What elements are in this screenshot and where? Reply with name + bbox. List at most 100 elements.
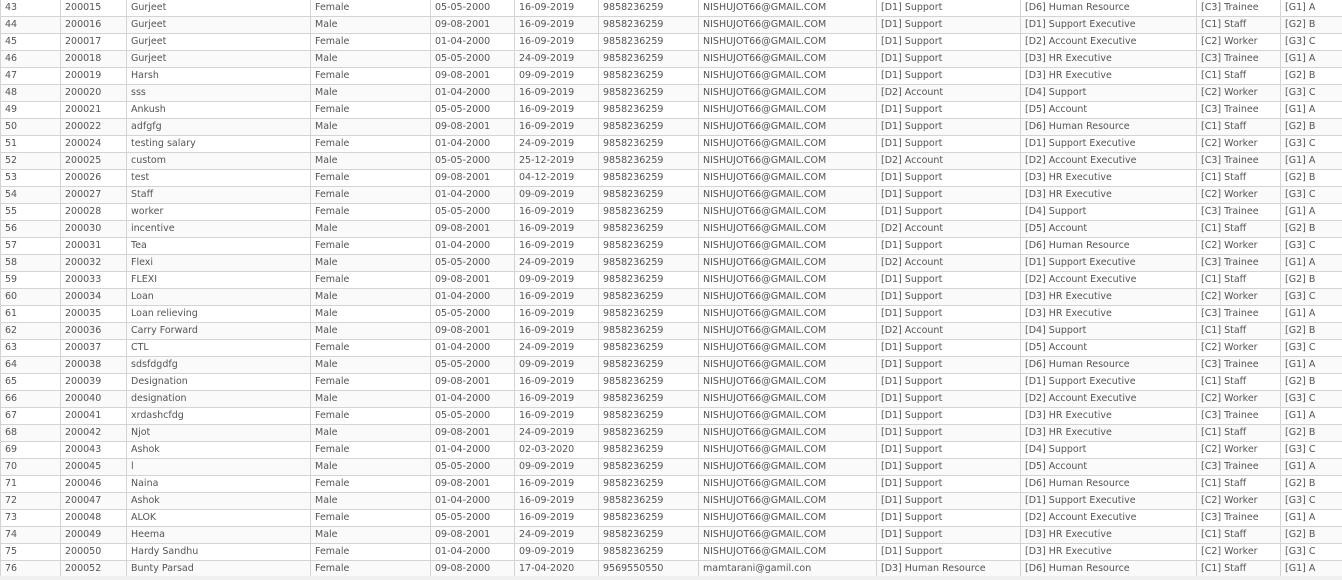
phone-cell[interactable]: 9858236259 <box>598 152 699 170</box>
grade-cell[interactable]: [G2] B <box>1280 475 1342 493</box>
gender-cell[interactable]: Male <box>310 118 431 136</box>
designation-cell[interactable]: [D6] Human Resource <box>1020 0 1197 17</box>
row-number-cell[interactable]: 64 <box>0 356 61 374</box>
join-date-cell[interactable]: 16-09-2019 <box>514 237 599 255</box>
email-cell[interactable]: NISHUJOT66@GMAIL.COM <box>698 458 877 476</box>
employee-code-cell[interactable]: 200045 <box>60 458 127 476</box>
email-cell[interactable]: NISHUJOT66@GMAIL.COM <box>698 390 877 408</box>
row-number-cell[interactable]: 76 <box>0 560 61 578</box>
join-date-cell[interactable]: 24-09-2019 <box>514 424 599 442</box>
email-cell[interactable]: NISHUJOT66@GMAIL.COM <box>698 492 877 510</box>
designation-cell[interactable]: [D3] HR Executive <box>1020 526 1197 544</box>
row-number-cell[interactable]: 57 <box>0 237 61 255</box>
row-number-cell[interactable]: 53 <box>0 169 61 187</box>
employee-code-cell[interactable]: 200015 <box>60 0 127 17</box>
phone-cell[interactable]: 9858236259 <box>598 33 699 51</box>
join-date-cell[interactable]: 25-12-2019 <box>514 152 599 170</box>
employee-code-cell[interactable]: 200017 <box>60 33 127 51</box>
table-row[interactable]: 55 200028 worker Female 05-05-2000 16-09-2019… <box>0 203 1342 221</box>
category-cell[interactable]: [C3] Trainee <box>1196 305 1281 323</box>
department-cell[interactable]: [D2] Account <box>876 84 1021 102</box>
employee-name-cell[interactable]: Ashok <box>126 441 311 459</box>
department-cell[interactable]: [D1] Support <box>876 407 1021 425</box>
employee-name-cell[interactable]: Harsh <box>126 67 311 85</box>
gender-cell[interactable]: Male <box>310 458 431 476</box>
email-cell[interactable]: NISHUJOT66@GMAIL.COM <box>698 339 877 357</box>
phone-cell[interactable]: 9858236259 <box>598 458 699 476</box>
grade-cell[interactable]: [G3] C <box>1280 237 1342 255</box>
employee-name-cell[interactable]: Njot <box>126 424 311 442</box>
employee-name-cell[interactable]: xrdashcfdg <box>126 407 311 425</box>
grade-cell[interactable]: [G1] A <box>1280 509 1342 527</box>
grade-cell[interactable]: [G3] C <box>1280 186 1342 204</box>
table-row[interactable]: 72 200047 Ashok Male 01-04-2000 16-09-2019 985… <box>0 492 1342 510</box>
designation-cell[interactable]: [D2] Account Executive <box>1020 33 1197 51</box>
grade-cell[interactable]: [G3] C <box>1280 492 1342 510</box>
phone-cell[interactable]: 9858236259 <box>598 67 699 85</box>
email-cell[interactable]: NISHUJOT66@GMAIL.COM <box>698 543 877 561</box>
row-number-cell[interactable]: 68 <box>0 424 61 442</box>
row-number-cell[interactable]: 69 <box>0 441 61 459</box>
email-cell[interactable]: NISHUJOT66@GMAIL.COM <box>698 67 877 85</box>
join-date-cell[interactable]: 02-03-2020 <box>514 441 599 459</box>
join-date-cell[interactable]: 24-09-2019 <box>514 526 599 544</box>
birth-date-cell[interactable]: 05-05-2000 <box>430 50 515 68</box>
designation-cell[interactable]: [D6] Human Resource <box>1020 560 1197 578</box>
grade-cell[interactable]: [G1] A <box>1280 203 1342 221</box>
gender-cell[interactable]: Male <box>310 254 431 272</box>
employee-name-cell[interactable]: l <box>126 458 311 476</box>
department-cell[interactable]: [D1] Support <box>876 67 1021 85</box>
gender-cell[interactable]: Female <box>310 203 431 221</box>
designation-cell[interactable]: [D5] Account <box>1020 458 1197 476</box>
category-cell[interactable]: [C1] Staff <box>1196 526 1281 544</box>
department-cell[interactable]: [D1] Support <box>876 203 1021 221</box>
employee-name-cell[interactable]: Gurjeet <box>126 33 311 51</box>
employee-code-cell[interactable]: 200027 <box>60 186 127 204</box>
category-cell[interactable]: [C2] Worker <box>1196 186 1281 204</box>
join-date-cell[interactable]: 16-09-2019 <box>514 305 599 323</box>
join-date-cell[interactable]: 24-09-2019 <box>514 135 599 153</box>
employee-code-cell[interactable]: 200042 <box>60 424 127 442</box>
grade-cell[interactable]: [G2] B <box>1280 220 1342 238</box>
grade-cell[interactable]: [G3] C <box>1280 390 1342 408</box>
phone-cell[interactable]: 9858236259 <box>598 101 699 119</box>
join-date-cell[interactable]: 16-09-2019 <box>514 288 599 306</box>
employee-name-cell[interactable]: adfgfg <box>126 118 311 136</box>
department-cell[interactable]: [D1] Support <box>876 237 1021 255</box>
birth-date-cell[interactable]: 09-08-2001 <box>430 424 515 442</box>
employee-code-cell[interactable]: 200047 <box>60 492 127 510</box>
employee-name-cell[interactable]: Ashok <box>126 492 311 510</box>
category-cell[interactable]: [C2] Worker <box>1196 543 1281 561</box>
birth-date-cell[interactable]: 09-08-2001 <box>430 373 515 391</box>
phone-cell[interactable]: 9858236259 <box>598 543 699 561</box>
department-cell[interactable]: [D1] Support <box>876 135 1021 153</box>
birth-date-cell[interactable]: 09-08-2001 <box>430 220 515 238</box>
birth-date-cell[interactable]: 09-08-2001 <box>430 475 515 493</box>
designation-cell[interactable]: [D3] HR Executive <box>1020 424 1197 442</box>
gender-cell[interactable]: Female <box>310 509 431 527</box>
birth-date-cell[interactable]: 09-08-2001 <box>430 16 515 34</box>
department-cell[interactable]: [D3] Human Resource <box>876 560 1021 578</box>
birth-date-cell[interactable]: 01-04-2000 <box>430 186 515 204</box>
phone-cell[interactable]: 9858236259 <box>598 203 699 221</box>
email-cell[interactable]: NISHUJOT66@GMAIL.COM <box>698 288 877 306</box>
birth-date-cell[interactable]: 05-05-2000 <box>430 254 515 272</box>
table-row[interactable]: 53 200026 test Female 09-08-2001 04-12-2019 98… <box>0 169 1342 187</box>
join-date-cell[interactable]: 04-12-2019 <box>514 169 599 187</box>
employee-code-cell[interactable]: 200035 <box>60 305 127 323</box>
join-date-cell[interactable]: 16-09-2019 <box>514 509 599 527</box>
table-row[interactable]: 65 200039 Designation Female 09-08-2001 16-09… <box>0 373 1342 391</box>
employee-code-cell[interactable]: 200022 <box>60 118 127 136</box>
designation-cell[interactable]: [D5] Account <box>1020 339 1197 357</box>
employee-name-cell[interactable]: CTL <box>126 339 311 357</box>
birth-date-cell[interactable]: 05-05-2000 <box>430 101 515 119</box>
employee-code-cell[interactable]: 200019 <box>60 67 127 85</box>
phone-cell[interactable]: 9858236259 <box>598 50 699 68</box>
table-row[interactable]: 69 200043 Ashok Female 01-04-2000 02-03-2020 9… <box>0 441 1342 459</box>
department-cell[interactable]: [D1] Support <box>876 169 1021 187</box>
email-cell[interactable]: NISHUJOT66@GMAIL.COM <box>698 373 877 391</box>
employee-code-cell[interactable]: 200049 <box>60 526 127 544</box>
phone-cell[interactable]: 9858236259 <box>598 322 699 340</box>
join-date-cell[interactable]: 09-09-2019 <box>514 356 599 374</box>
designation-cell[interactable]: [D2] Account Executive <box>1020 152 1197 170</box>
